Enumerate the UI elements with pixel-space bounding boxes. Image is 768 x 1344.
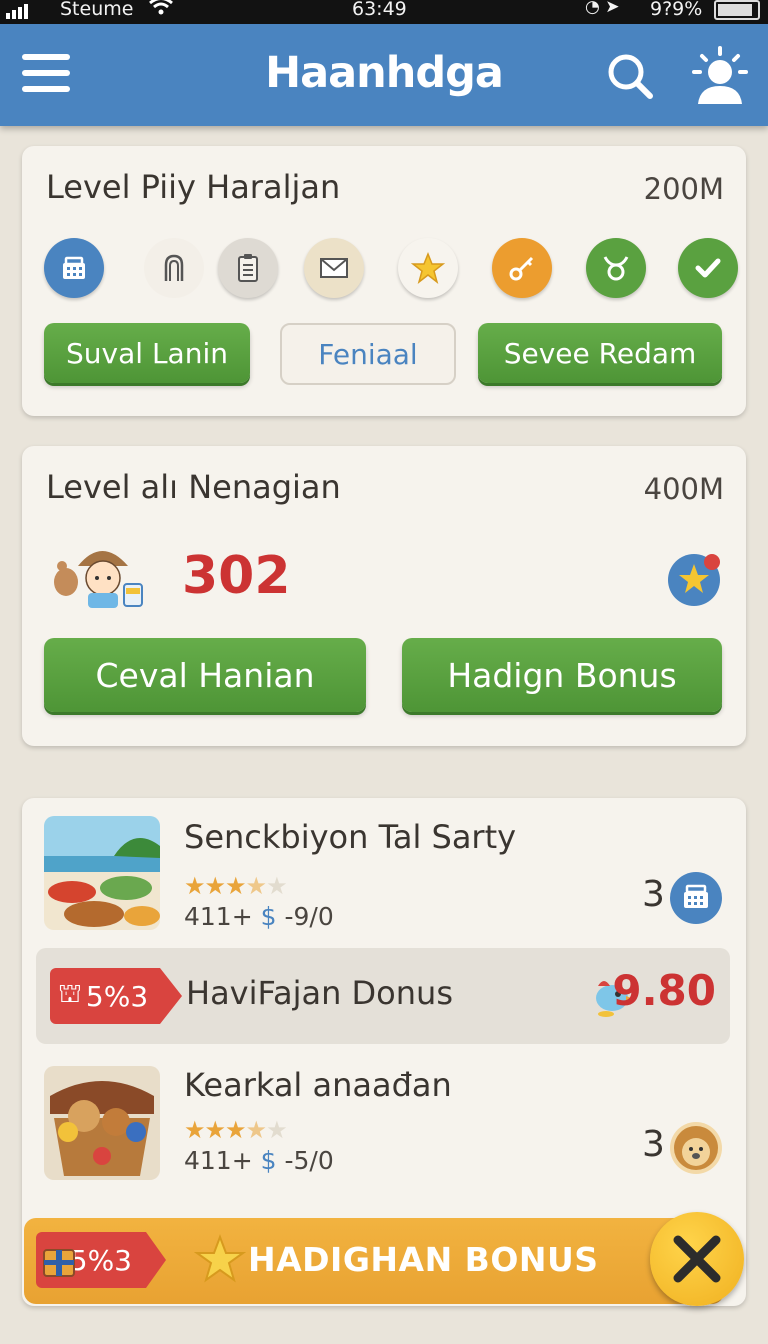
signal-icon xyxy=(6,4,28,19)
item-thumbnail[interactable] xyxy=(44,1066,160,1180)
card-title: Level Piiy Haraljan xyxy=(46,168,341,206)
card-amount: 200M xyxy=(643,172,724,206)
item-meta: 411+ $ -9/0 xyxy=(184,902,334,931)
discount-tag: ⛫ 5%3 xyxy=(50,968,182,1024)
basket-icon[interactable] xyxy=(44,238,104,298)
profile-icon[interactable] xyxy=(690,44,750,108)
app-bar: Haanhdga xyxy=(0,24,768,126)
hadign-bonus-button[interactable]: Hadign Bonus xyxy=(402,638,722,712)
gift-box-icon xyxy=(42,1242,76,1278)
status-bar: Steume 63:49 ◔ ➤ 9?9% xyxy=(0,0,768,24)
bonus-row[interactable]: ⛫ 5%3 HaviFajan Donus 9.80 xyxy=(36,948,730,1044)
sevee-redam-button[interactable]: Sevee Redam xyxy=(478,323,722,383)
key-icon[interactable] xyxy=(492,238,552,298)
character-avatar xyxy=(48,536,148,610)
clock: 63:49 xyxy=(352,0,407,20)
item-thumbnail[interactable] xyxy=(44,816,160,930)
bonus-banner[interactable]: 5%3 HADIGHAN BONUS xyxy=(24,1218,724,1304)
card-title: Level alı Nenagian xyxy=(46,468,341,506)
card-amount: 400M xyxy=(643,472,724,506)
bonus-label: HaviFajan Donus xyxy=(186,974,453,1012)
discount-tag: 5%3 xyxy=(36,1232,166,1288)
mail-icon[interactable] xyxy=(304,238,364,298)
search-icon[interactable] xyxy=(604,50,656,102)
bonus-banner-label: HADIGHAN BONUS xyxy=(248,1240,599,1279)
item-quantity: 3 xyxy=(642,1124,665,1165)
level-card-2: Level alı Nenagian 400M 302 Ceval Hanian… xyxy=(22,446,746,746)
star-rating: ★★★★★ xyxy=(184,1116,288,1144)
item-title[interactable]: Senckbiyon Tal Sarty xyxy=(184,818,516,856)
level-card-1: Level Piiy Haraljan 200M Suval Lanin Fen… xyxy=(22,146,746,416)
item-quantity: 3 xyxy=(642,874,665,915)
icon-row xyxy=(42,238,738,302)
battery-icon xyxy=(714,0,760,20)
star-icon[interactable] xyxy=(398,238,458,298)
close-button[interactable] xyxy=(650,1212,744,1306)
discount-text: 5%3 xyxy=(85,979,149,1013)
taurus-icon[interactable] xyxy=(586,238,646,298)
battery-percent: 9?9% xyxy=(650,0,703,20)
basket-icon[interactable] xyxy=(670,872,722,924)
wifi-icon xyxy=(148,0,174,21)
hedgehog-icon[interactable] xyxy=(670,1122,722,1174)
score-value: 302 xyxy=(182,546,291,606)
carrier-name: Steume xyxy=(60,0,134,20)
gift-icon: ⛫ xyxy=(58,979,82,1009)
feniaal-button[interactable]: Feniaal xyxy=(280,323,456,385)
door-icon[interactable] xyxy=(144,238,204,298)
star-badge-icon[interactable] xyxy=(666,550,724,608)
location-icon: ◔ ➤ xyxy=(585,0,620,17)
star-rating: ★★★★★ xyxy=(184,872,288,900)
close-icon xyxy=(673,1235,721,1283)
item-meta: 411+ $ -5/0 xyxy=(184,1146,334,1175)
check-icon[interactable] xyxy=(678,238,738,298)
star-icon xyxy=(193,1234,247,1286)
bonus-price: 9.80 xyxy=(612,966,716,1015)
item-title[interactable]: Kearkal anaađan xyxy=(184,1066,452,1104)
discount-text: 5%3 xyxy=(69,1243,132,1277)
suval-lanin-button[interactable]: Suval Lanin xyxy=(44,323,250,383)
clipboard-icon[interactable] xyxy=(218,238,278,298)
ceval-hanian-button[interactable]: Ceval Hanian xyxy=(44,638,366,712)
